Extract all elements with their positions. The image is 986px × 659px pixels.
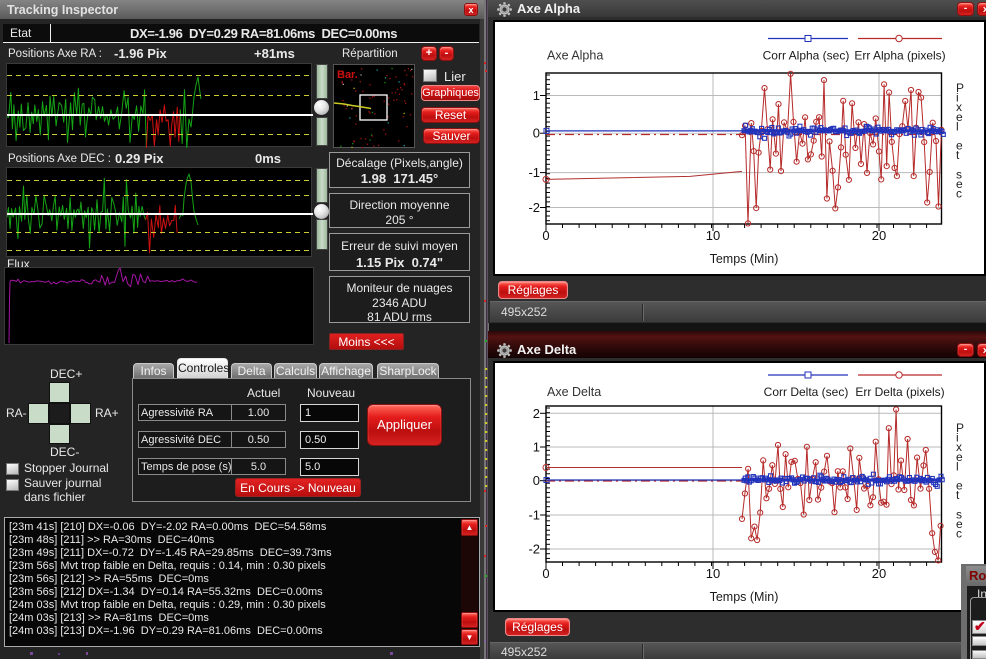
svg-text:Err Delta (pixels): Err Delta (pixels): [855, 385, 944, 399]
svg-text:Temps (Min): Temps (Min): [710, 590, 779, 604]
svg-text:20: 20: [872, 228, 886, 243]
svg-text:-1: -1: [528, 508, 540, 523]
svg-text:l: l: [956, 119, 959, 133]
svg-text:Corr Delta (sec): Corr Delta (sec): [764, 385, 849, 399]
svg-text:-2: -2: [528, 542, 540, 557]
svg-text:0: 0: [533, 126, 540, 141]
svg-text:0: 0: [542, 228, 549, 243]
svg-text:2: 2: [533, 406, 540, 421]
svg-text:20: 20: [872, 566, 886, 581]
svg-text:Err Alpha (pixels): Err Alpha (pixels): [854, 49, 945, 63]
svg-text:-1: -1: [528, 165, 540, 180]
svg-text:10: 10: [706, 228, 720, 243]
svg-text:Temps (Min): Temps (Min): [710, 252, 779, 266]
svg-text:0: 0: [542, 566, 549, 581]
svg-text:1: 1: [533, 88, 540, 103]
svg-text:1: 1: [533, 440, 540, 455]
svg-text:Corr Alpha (sec): Corr Alpha (sec): [763, 49, 850, 63]
svg-text:c: c: [956, 527, 962, 541]
svg-text:Bar.: Bar.: [337, 69, 358, 81]
svg-text:l: l: [956, 459, 959, 473]
svg-text:0: 0: [533, 473, 540, 488]
svg-text:Axe Delta: Axe Delta: [547, 385, 601, 399]
svg-text:10: 10: [706, 566, 720, 581]
svg-text:c: c: [956, 187, 962, 201]
svg-text:Axe Alpha: Axe Alpha: [547, 49, 603, 63]
svg-text:-2: -2: [528, 200, 540, 215]
